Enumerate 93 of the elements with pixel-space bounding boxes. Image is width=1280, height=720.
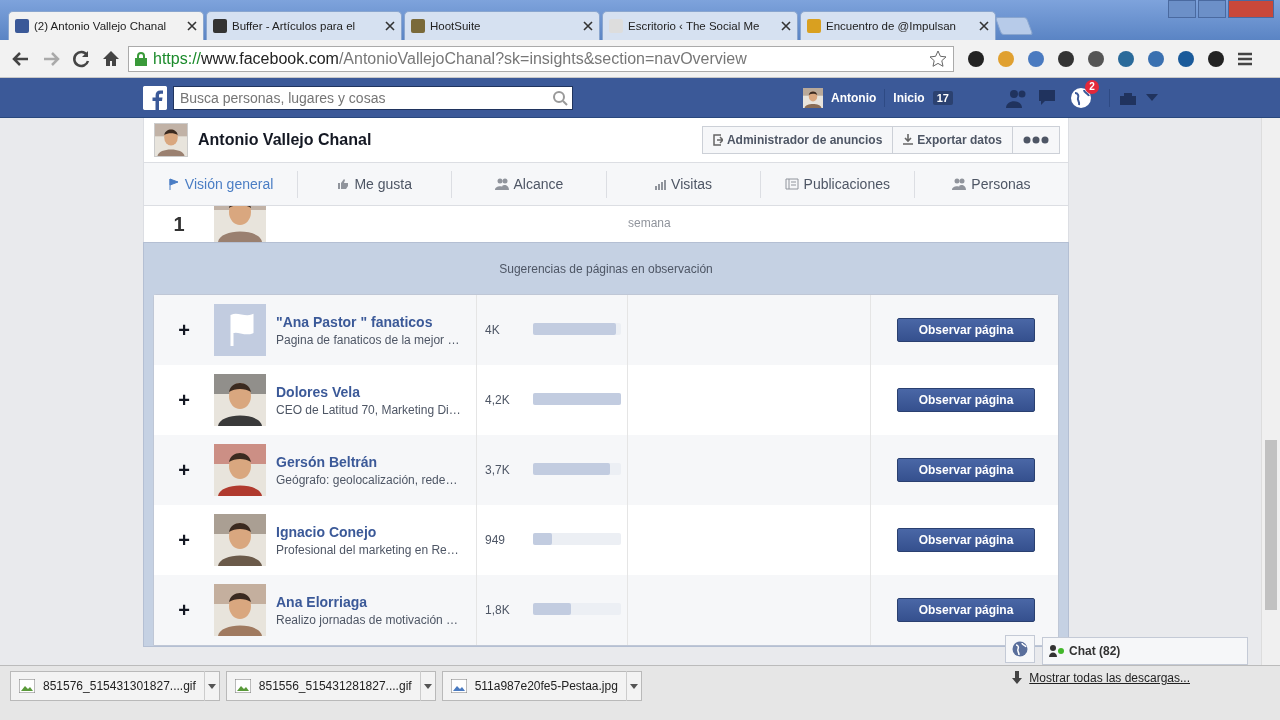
nav-tab[interactable]: Publicaciones [760,170,915,198]
download-icon [1011,671,1024,685]
exit-icon [712,134,723,146]
download-icon [903,134,914,146]
close-icon[interactable] [385,21,395,31]
caret-icon[interactable] [629,683,638,689]
extension-icon[interactable] [1206,48,1226,69]
browser-tab[interactable]: Encuentro de @Impulsan [800,11,996,40]
people-icon [494,178,509,190]
home-count: 17 [932,90,953,105]
browser-tab[interactable]: Buffer - Artículos para el [206,11,402,40]
extension-icon[interactable] [1086,48,1106,69]
likes-count: 949 [485,533,507,547]
chat-button[interactable]: Chat (82) [1042,637,1248,665]
plus-icon[interactable]: + [154,458,214,482]
nav-tab[interactable]: Visitas [606,170,761,198]
extension-icon[interactable] [1056,48,1076,69]
notification-badge: 2 [1085,79,1099,94]
page-name-link[interactable]: Ana Elorriaga [276,593,476,610]
page-description: CEO de Latitud 70, Marketing Di… [276,402,462,417]
watch-page-button[interactable]: Observar página [897,598,1035,622]
list-icon [784,178,799,190]
scrollbar-thumb[interactable] [1265,440,1277,610]
page-name-link[interactable]: Dolores Vela [276,383,476,400]
page-name-link[interactable]: Ignacio Conejo [276,523,476,540]
tab-favicon-icon [15,19,29,33]
close-icon[interactable] [187,21,197,31]
likes-count: 4,2K [485,393,511,407]
online-user-icon [1049,645,1065,657]
show-all-downloads-link[interactable]: Mostrar todas las descargas... [1029,671,1190,685]
bar-chart-icon [654,178,667,190]
search-field[interactable]: Busca personas, lugares y cosas [173,85,573,110]
plus-icon[interactable]: + [154,528,214,552]
extension-icon[interactable] [1176,48,1196,69]
home-link[interactable]: Inicio [893,90,925,105]
image-file-icon [450,679,467,693]
ads-manager-button[interactable]: Administrador de anuncios [701,126,894,154]
close-icon[interactable] [979,21,989,31]
image-file-icon [19,679,35,693]
watch-page-button[interactable]: Observar página [897,318,1035,342]
page-description: Pagina de fanaticos de la mejor … [276,332,461,347]
tab-favicon-icon [411,19,425,33]
watch-page-button[interactable]: Observar página [897,528,1035,552]
page-description: Geógrafo: geolocalización, rede… [276,472,459,487]
caret-icon[interactable] [423,683,432,689]
tab-favicon-icon [213,19,227,33]
caret-icon[interactable] [207,683,216,689]
star-icon[interactable] [929,49,947,68]
plus-icon[interactable]: + [154,598,214,622]
likes-count: 4K [485,323,501,337]
nav-tab[interactable]: Visión general [144,170,299,198]
more-options-button[interactable] [1012,126,1060,154]
download-item[interactable]: 511a987e20fe5-Pestaa.jpg [441,671,642,701]
globe-icon[interactable] [1012,641,1028,657]
page-description: Profesional del marketing en Re… [276,542,460,557]
extension-icon[interactable] [966,48,986,69]
rank-number: 1 [172,212,186,236]
watch-page-button[interactable]: Observar página [897,388,1035,412]
watch-page-button[interactable]: Observar página [897,458,1035,482]
address-bar[interactable]: https://www.facebook.com/AntonioVallejoChanal?sk=insights&section=navOverview [128,45,954,72]
likes-count: 1,8K [485,603,511,617]
browser-tab[interactable]: Escritorio ‹ The Social Me [602,11,798,40]
export-data-button[interactable]: Exportar datos [892,126,1013,154]
page-name-link[interactable]: Gersón Beltrán [276,453,476,470]
nav-tab[interactable]: Personas [914,170,1069,198]
lock-icon [135,51,147,66]
nav-tab[interactable]: Me gusta [298,170,453,198]
menu-icon[interactable] [1236,50,1254,67]
page-description: Realizo jornadas de motivación … [276,612,460,627]
page-title: Antonio Vallejo Chanal [198,131,373,149]
plus-icon[interactable]: + [154,388,214,412]
download-item[interactable]: 851576_515431301827....gif [10,671,220,701]
image-file-icon [234,679,251,693]
facebook-logo-icon[interactable] [143,85,167,110]
flag-icon [167,178,180,190]
browser-tab[interactable]: HootSuite [404,11,600,40]
new-tab-button[interactable] [994,17,1034,35]
close-icon[interactable] [781,21,791,31]
tab-favicon-icon [807,19,821,33]
thumbs-up-icon [337,178,350,190]
download-item[interactable]: 851556_515431281827....gif [225,671,436,701]
section-title: Sugerencias de páginas en observación [499,261,713,276]
plus-icon[interactable]: + [154,318,214,342]
row-note: semana [628,216,671,230]
close-icon[interactable] [583,21,593,31]
browser-tab[interactable]: (2) Antonio Vallejo Chanal [8,11,204,40]
page-name-link[interactable]: "Ana Pastor " fanaticos [276,313,476,330]
nav-tab[interactable]: Alcance [452,170,607,198]
people-icon [952,178,967,190]
likes-count: 3,7K [485,463,511,477]
more-icon [1023,136,1049,144]
flag-icon [214,304,266,356]
user-name-link[interactable]: Antonio [831,90,877,105]
